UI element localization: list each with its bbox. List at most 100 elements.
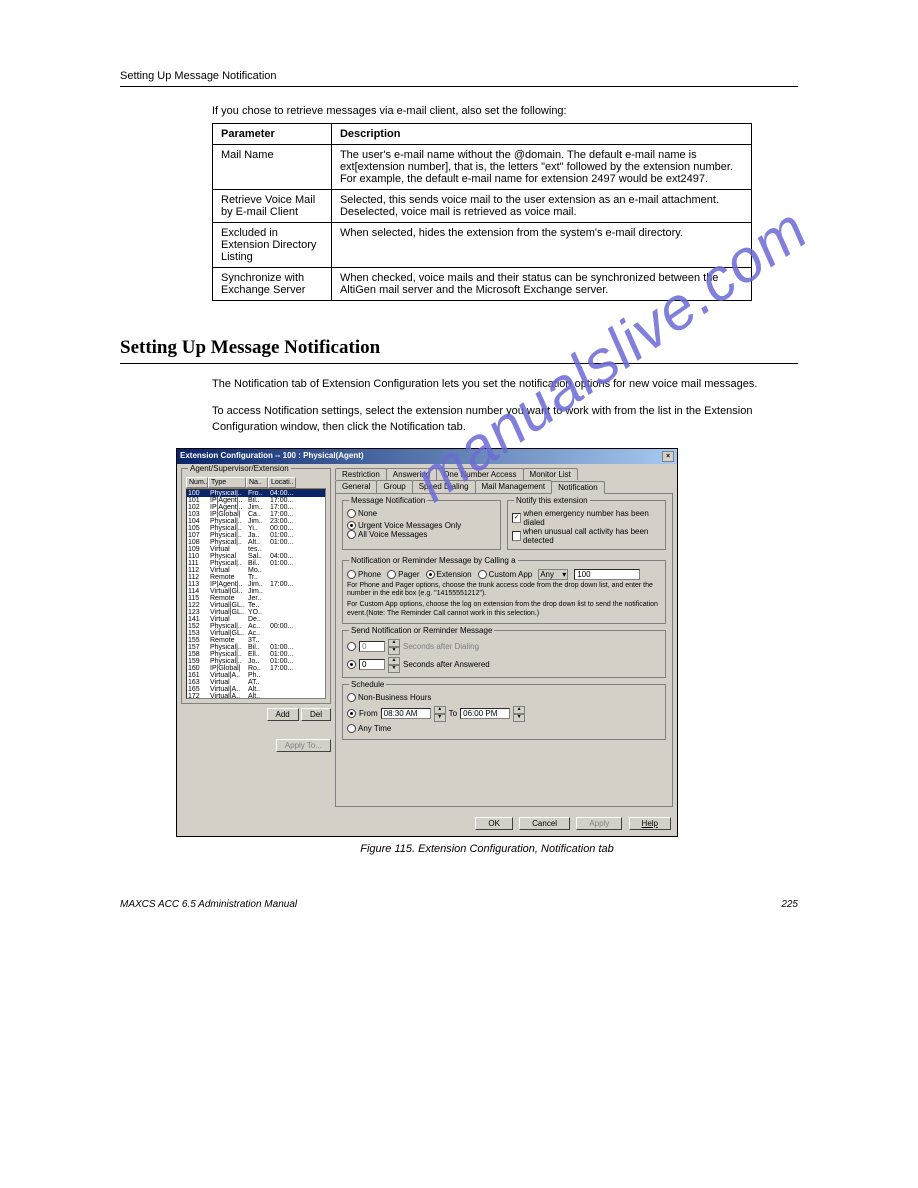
list-item[interactable]: 152Physical|..Ac..00:00... bbox=[187, 623, 325, 630]
to-time-spinner[interactable]: ▲▼ bbox=[513, 706, 525, 722]
footer-right: 225 bbox=[781, 899, 798, 910]
list-item[interactable]: 115RemoteJer.. bbox=[187, 595, 325, 602]
radio-any-time[interactable]: Any Time bbox=[347, 724, 391, 733]
dialog-titlebar[interactable]: Extension Configuration -- 100 : Physica… bbox=[177, 449, 677, 464]
radio-phone[interactable]: Phone bbox=[347, 570, 381, 579]
intro-text: If you chose to retrieve messages via e-… bbox=[212, 105, 798, 117]
list-item[interactable]: 172Virtual|A..Alt.. bbox=[187, 693, 325, 699]
section-para-2: To access Notification settings, select … bbox=[212, 403, 798, 436]
col-location[interactable]: Locati.. bbox=[268, 477, 296, 488]
agent-list-title: Agent/Supervisor/Extension bbox=[188, 464, 291, 473]
list-item[interactable]: 155Remote3T.. bbox=[187, 637, 325, 644]
list-item[interactable]: 163VirtualAT.. bbox=[187, 679, 325, 686]
list-item[interactable]: 159Physical|..Jo..01:00... bbox=[187, 658, 325, 665]
seconds-after-answered-spinner[interactable]: ▲▼ bbox=[388, 657, 400, 673]
page-header: Setting Up Message Notification bbox=[120, 70, 798, 82]
tab-group[interactable]: Group bbox=[376, 480, 412, 493]
notification-by-calling-title: Notification or Reminder Message by Call… bbox=[349, 556, 518, 565]
list-item[interactable]: 165Virtual|A..Alt.. bbox=[187, 686, 325, 693]
list-item[interactable]: 100Physical|..Fro..04:00... bbox=[187, 490, 325, 497]
radio-urgent-only[interactable]: Urgent Voice Messages Only bbox=[347, 521, 461, 530]
col-name[interactable]: Na.. bbox=[246, 477, 268, 488]
table-row: Synchronize with Exchange ServerWhen che… bbox=[213, 268, 752, 301]
tab-notification[interactable]: Notification bbox=[551, 481, 605, 494]
tab-one-number-access[interactable]: One Number Access bbox=[436, 468, 523, 480]
message-notification-group: Message Notification None Urgent Voice M… bbox=[342, 500, 501, 550]
del-button[interactable]: Del bbox=[301, 708, 331, 721]
add-button[interactable]: Add bbox=[267, 708, 299, 721]
dialog-title: Extension Configuration -- 100 : Physica… bbox=[180, 451, 364, 462]
send-notification-group: Send Notification or Reminder Message 0 … bbox=[342, 630, 666, 678]
agent-list-group: Agent/Supervisor/Extension Num.. Type Na… bbox=[181, 468, 331, 704]
tab-mail-management[interactable]: Mail Management bbox=[475, 480, 553, 493]
radio-after-dialing[interactable] bbox=[347, 642, 356, 651]
list-item[interactable]: 158Physical|..Ell..01:00... bbox=[187, 651, 325, 658]
header-rule bbox=[120, 86, 798, 87]
tab-monitor-list[interactable]: Monitor List bbox=[523, 468, 578, 480]
apply-button[interactable]: Apply bbox=[576, 817, 622, 830]
list-header[interactable]: Num.. Type Na.. Locati.. bbox=[186, 477, 326, 489]
list-item[interactable]: 122Virtual|GL..Te.. bbox=[187, 602, 325, 609]
help-button[interactable]: Help bbox=[629, 817, 671, 830]
radio-after-answered[interactable] bbox=[347, 660, 356, 669]
col-type[interactable]: Type bbox=[208, 477, 246, 488]
radio-none[interactable]: None bbox=[347, 509, 377, 518]
list-item[interactable]: 153Virtual|GL..Ac.. bbox=[187, 630, 325, 637]
apply-to-button[interactable]: Apply To... bbox=[276, 739, 331, 752]
tab-answering[interactable]: Answering bbox=[386, 468, 437, 480]
trunk-access-dropdown[interactable]: Any▾ bbox=[538, 569, 568, 580]
list-item[interactable]: 141VirtualDe.. bbox=[187, 616, 325, 623]
tab-speed-dialing[interactable]: Speed Dialing bbox=[412, 480, 476, 493]
list-item[interactable]: 113IP|Agent|..Jim..17:00... bbox=[187, 581, 325, 588]
list-item[interactable]: 111Physical|..Bil..01:00... bbox=[187, 560, 325, 567]
close-icon[interactable]: × bbox=[662, 451, 674, 462]
list-item[interactable]: 101IP|Agent|..Bil..17:00... bbox=[187, 497, 325, 504]
cancel-button[interactable]: Cancel bbox=[519, 817, 570, 830]
list-item[interactable]: 112VirtualMo.. bbox=[187, 567, 325, 574]
list-item[interactable]: 161Virtual|A..Ph.. bbox=[187, 672, 325, 679]
notify-extension-group: Notify this extension ✓when emergency nu… bbox=[507, 500, 666, 550]
list-item[interactable]: 157Physical|..Bil..01:00... bbox=[187, 644, 325, 651]
extension-list[interactable]: 100Physical|..Fro..04:00...101IP|Agent|.… bbox=[186, 489, 326, 699]
list-item[interactable]: 112RemoteTr.. bbox=[187, 574, 325, 581]
th-description: Description bbox=[331, 124, 751, 145]
list-item[interactable]: 160IP|Global|Ro..17:00... bbox=[187, 665, 325, 672]
to-time-input[interactable]: 06:00 PM bbox=[460, 708, 510, 719]
col-num[interactable]: Num.. bbox=[186, 477, 208, 488]
seconds-after-answered-input[interactable]: 0 bbox=[359, 659, 385, 670]
ok-button[interactable]: OK bbox=[475, 817, 513, 830]
footer-left: MAXCS ACC 6.5 Administration Manual bbox=[120, 899, 297, 910]
from-time-input[interactable]: 08:30 AM bbox=[381, 708, 431, 719]
check-emergency-dialed[interactable]: ✓when emergency number has been dialed bbox=[512, 509, 661, 527]
list-item[interactable]: 103IP|Global|Ca..17:00... bbox=[187, 511, 325, 518]
tab-restriction[interactable]: Restriction bbox=[335, 468, 387, 480]
list-item[interactable]: 104Physical|..Jim..23:00... bbox=[187, 518, 325, 525]
seconds-after-dialing-input[interactable]: 0 bbox=[359, 641, 385, 652]
th-parameter: Parameter bbox=[213, 124, 332, 145]
seconds-after-dialing-spinner[interactable]: ▲▼ bbox=[388, 639, 400, 655]
radio-non-business-hours[interactable]: Non-Business Hours bbox=[347, 693, 431, 702]
radio-extension[interactable]: Extension bbox=[426, 570, 472, 579]
list-item[interactable]: 102IP|Agent|..Jim..17:00... bbox=[187, 504, 325, 511]
from-time-spinner[interactable]: ▲▼ bbox=[434, 706, 446, 722]
tab-general[interactable]: General bbox=[335, 480, 377, 493]
number-input[interactable]: 100 bbox=[574, 569, 640, 580]
list-item[interactable]: 110PhysicalSal..04:00... bbox=[187, 553, 325, 560]
check-unusual-activity[interactable]: when unusual call activity has been dete… bbox=[512, 527, 661, 545]
tabs-row-top: Restriction Answering One Number Access … bbox=[335, 468, 673, 480]
message-notification-title: Message Notification bbox=[349, 496, 427, 505]
list-item[interactable]: 109Virtualtes.. bbox=[187, 546, 325, 553]
list-item[interactable]: 108Physical|..Alt..01:00... bbox=[187, 539, 325, 546]
tabs-row-bottom: General Group Speed Dialing Mail Managem… bbox=[335, 480, 673, 493]
radio-all-messages[interactable]: All Voice Messages bbox=[347, 530, 427, 539]
radio-pager[interactable]: Pager bbox=[387, 570, 419, 579]
list-item[interactable]: 107Physical|..Ja..01:00... bbox=[187, 532, 325, 539]
list-item[interactable]: 123Virtual|GL..YO.. bbox=[187, 609, 325, 616]
to-label: To bbox=[449, 709, 457, 718]
list-item[interactable]: 114Virtual|Gl..Jim.. bbox=[187, 588, 325, 595]
radio-from-to[interactable] bbox=[347, 709, 356, 718]
list-item[interactable]: 105Physical|..Yi..00:00... bbox=[187, 525, 325, 532]
seconds-after-answered-label: Seconds after Answered bbox=[403, 660, 490, 669]
from-label: From bbox=[359, 709, 378, 718]
radio-custom-app[interactable]: Custom App bbox=[478, 570, 533, 579]
